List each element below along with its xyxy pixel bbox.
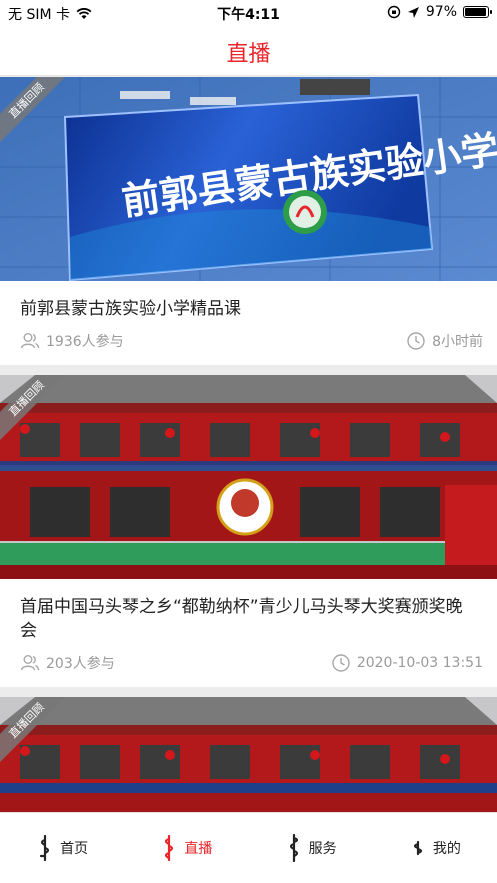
bottom-tab-bar: 首页 直播 服务 我的 bbox=[0, 812, 497, 883]
location-arrow-icon bbox=[407, 6, 419, 18]
tab-home[interactable]: 首页 bbox=[0, 813, 124, 883]
tab-mine[interactable]: 我的 bbox=[373, 813, 497, 883]
clock-icon bbox=[407, 332, 425, 350]
card-title[interactable]: 前郭县蒙古族实验小学精品课 bbox=[0, 281, 497, 321]
battery-percent: 97% bbox=[425, 4, 457, 20]
stage-building-photo bbox=[0, 697, 497, 812]
mongolian-script-icon bbox=[40, 834, 50, 862]
status-bar: 无 SIM 卡 下午4:11 97% bbox=[0, 0, 497, 26]
stage-building-photo bbox=[0, 375, 497, 579]
tab-label: 服务 bbox=[308, 841, 337, 857]
orientation-lock-icon bbox=[387, 5, 401, 19]
live-card[interactable]: 前郭县蒙古族实验小学 直播回顾 前郭县蒙古族实验小学精品课 1936人参与 8小… bbox=[0, 77, 497, 365]
mongolian-script-icon bbox=[289, 834, 298, 862]
live-thumbnail[interactable]: 前郭县蒙古族实验小学 直播回顾 bbox=[0, 77, 497, 281]
live-feed-list[interactable]: 前郭县蒙古族实验小学 直播回顾 前郭县蒙古族实验小学精品课 1936人参与 8小… bbox=[0, 77, 497, 812]
school-sign-photo: 前郭县蒙古族实验小学 bbox=[0, 77, 497, 281]
mongolian-script-icon bbox=[165, 834, 174, 862]
card-title[interactable]: 首届中国马头琴之乡“都勒纳杯”青少儿马头琴大奖赛颁奖晚会 bbox=[0, 579, 497, 643]
tab-label: 直播 bbox=[184, 841, 213, 857]
live-thumbnail[interactable]: 直播回顾 bbox=[0, 697, 497, 812]
battery-icon bbox=[463, 6, 492, 18]
live-thumbnail[interactable]: 直播回顾 bbox=[0, 375, 497, 579]
top-navigation-bar: 直播 bbox=[0, 26, 497, 76]
participant-count: 1936人参与 bbox=[46, 334, 124, 350]
clock-icon bbox=[332, 654, 350, 672]
page-title: 直播 bbox=[226, 42, 271, 67]
tab-label: 首页 bbox=[60, 841, 89, 857]
mongolian-script-icon bbox=[413, 840, 422, 856]
participants-icon bbox=[20, 655, 40, 671]
start-time: 2020-10-03 13:51 bbox=[356, 655, 483, 671]
participants-icon bbox=[20, 333, 40, 349]
start-time: 8小时前 bbox=[432, 334, 483, 350]
tab-live[interactable]: 直播 bbox=[124, 813, 248, 883]
participant-count: 203人参与 bbox=[46, 656, 115, 672]
live-card[interactable]: 直播回顾 首届中国马头琴之乡“都勒纳杯”青少儿马头琴大奖赛颁奖晚会 203人参与… bbox=[0, 375, 497, 687]
tab-label: 我的 bbox=[432, 841, 461, 857]
tab-services[interactable]: 服务 bbox=[249, 813, 373, 883]
live-card[interactable]: 直播回顾 bbox=[0, 697, 497, 812]
